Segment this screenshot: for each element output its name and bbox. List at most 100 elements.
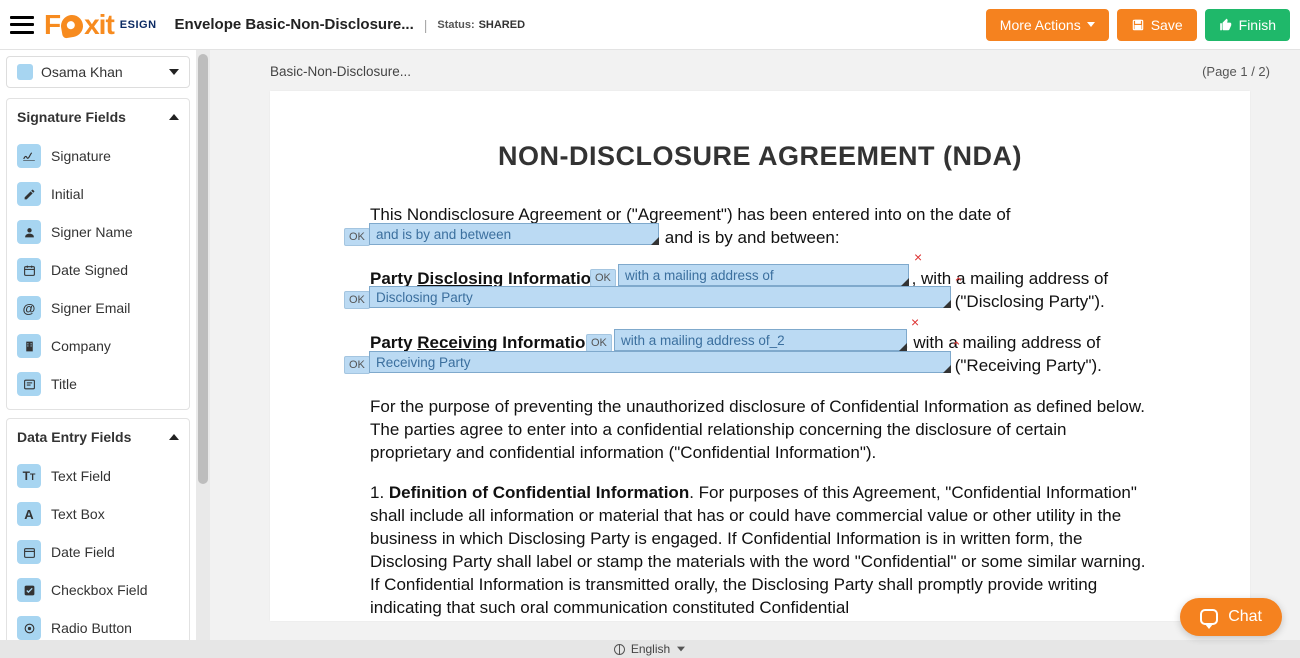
signature-fields-header[interactable]: Signature Fields: [7, 99, 189, 135]
field-badge[interactable]: OK: [344, 291, 370, 309]
field-radio[interactable]: Radio Button: [9, 609, 187, 640]
signature-fields-panel: Signature Fields Signature Initial Signe…: [6, 98, 190, 410]
field-initial[interactable]: Initial: [9, 175, 187, 213]
field-title[interactable]: Title: [9, 365, 187, 403]
panel-title: Signature Fields: [17, 109, 126, 125]
document-canvas: Basic-Non-Disclosure... (Page 1 / 2) NON…: [210, 50, 1300, 640]
workspace: Osama Khan Signature Fields Signature In…: [0, 50, 1300, 640]
field-label: Signer Email: [51, 300, 130, 316]
signature-icon: [17, 144, 41, 168]
menu-icon[interactable]: [10, 16, 34, 34]
placed-field-receiving-address[interactable]: Receiving Party: [369, 351, 951, 373]
placed-field-date[interactable]: and is by and between: [369, 223, 659, 245]
field-label: Company: [51, 338, 111, 354]
fields-sidebar: Osama Khan Signature Fields Signature In…: [0, 50, 196, 640]
document-page[interactable]: NON-DISCLOSURE AGREEMENT (NDA) This Nond…: [270, 91, 1250, 621]
placed-field-receiving-name[interactable]: with a mailing address of_2: [614, 329, 907, 351]
doc-paragraph: 1. Definition of Confidential Informatio…: [370, 482, 1150, 620]
placed-field-label: Receiving Party: [376, 355, 471, 370]
app-header: Fxit ESIGN Envelope Basic-Non-Disclosure…: [0, 0, 1300, 50]
save-label: Save: [1151, 17, 1183, 33]
status-label: Status:: [437, 19, 474, 31]
page-indicator: (Page 1 / 2): [1202, 64, 1270, 79]
save-button[interactable]: Save: [1117, 9, 1197, 41]
signer-name: Osama Khan: [41, 64, 169, 80]
field-signer-name[interactable]: Signer Name: [9, 213, 187, 251]
building-icon: [17, 334, 41, 358]
brand-logo[interactable]: Fxit ESIGN: [44, 9, 157, 41]
placed-field-disclosing-address[interactable]: Disclosing Party: [369, 286, 951, 308]
field-label: Signature: [51, 148, 111, 164]
signer-color-swatch: [17, 64, 33, 80]
field-label: Initial: [51, 186, 84, 202]
placed-field-label: with a mailing address of_2: [621, 333, 785, 348]
resize-handle[interactable]: [943, 300, 951, 308]
pencil-icon: [17, 182, 41, 206]
doc-title: NON-DISCLOSURE AGREEMENT (NDA): [370, 141, 1150, 172]
field-label: Date Field: [51, 544, 115, 560]
field-label: Radio Button: [51, 620, 132, 636]
field-label: Text Box: [51, 506, 105, 522]
field-label: Date Signed: [51, 262, 128, 278]
calendar-icon: [17, 258, 41, 282]
finish-button[interactable]: Finish: [1205, 9, 1290, 41]
field-label: Text Field: [51, 468, 111, 484]
chevron-down-icon: [169, 69, 179, 75]
field-date-signed[interactable]: Date Signed: [9, 251, 187, 289]
doc-short-name: Basic-Non-Disclosure...: [270, 64, 411, 79]
field-date-field[interactable]: Date Field: [9, 533, 187, 571]
resize-handle[interactable]: [901, 278, 909, 286]
divider: |: [424, 17, 428, 33]
status-value: SHARED: [479, 19, 525, 31]
delete-field-button[interactable]: ×: [911, 314, 919, 330]
field-text-field[interactable]: TT Text Field: [9, 457, 187, 495]
placed-field-label: Disclosing Party: [376, 290, 473, 305]
field-badge[interactable]: OK: [344, 228, 370, 246]
title-icon: [17, 372, 41, 396]
checkbox-icon: [17, 578, 41, 602]
resize-handle[interactable]: [651, 237, 659, 245]
datefield-icon: [17, 540, 41, 564]
field-badge[interactable]: OK: [344, 356, 370, 374]
brand-sub: ESIGN: [120, 19, 157, 31]
field-badge[interactable]: OK: [586, 334, 612, 352]
radio-icon: [17, 616, 41, 640]
finish-label: Finish: [1239, 17, 1276, 33]
more-actions-button[interactable]: More Actions: [986, 9, 1109, 41]
field-checkbox[interactable]: Checkbox Field: [9, 571, 187, 609]
thumbs-up-icon: [1219, 18, 1233, 32]
field-label: Signer Name: [51, 224, 133, 240]
field-badge[interactable]: OK: [590, 269, 616, 287]
scrollbar-thumb[interactable]: [198, 54, 208, 484]
chat-button[interactable]: Chat: [1180, 598, 1282, 636]
data-entry-fields-header[interactable]: Data Entry Fields: [7, 419, 189, 455]
data-entry-fields-panel: Data Entry Fields TT Text Field A Text B…: [6, 418, 190, 640]
panel-title: Data Entry Fields: [17, 429, 131, 445]
globe-icon: [614, 644, 625, 655]
chevron-down-icon: [1087, 22, 1095, 27]
chat-icon: [1200, 609, 1218, 625]
envelope-title: Envelope Basic-Non-Disclosure...: [175, 16, 414, 33]
at-icon: @: [17, 296, 41, 320]
field-signer-email[interactable]: @ Signer Email: [9, 289, 187, 327]
signer-selector[interactable]: Osama Khan: [6, 56, 190, 88]
field-signature[interactable]: Signature: [9, 137, 187, 175]
language-selector[interactable]: English: [631, 642, 670, 656]
textbox-icon: A: [17, 502, 41, 526]
chevron-up-icon: [169, 434, 179, 440]
canvas-header: Basic-Non-Disclosure... (Page 1 / 2): [210, 50, 1300, 85]
textfield-icon: TT: [17, 464, 41, 488]
resize-handle[interactable]: [899, 343, 907, 351]
field-label: Checkbox Field: [51, 582, 148, 598]
resize-handle[interactable]: [943, 365, 951, 373]
field-text-box[interactable]: A Text Box: [9, 495, 187, 533]
delete-field-button[interactable]: ×: [914, 249, 922, 265]
placed-field-label: and is by and between: [376, 227, 511, 242]
save-icon: [1131, 18, 1145, 32]
field-label: Title: [51, 376, 77, 392]
sidebar-scrollbar[interactable]: [196, 50, 210, 640]
person-icon: [17, 220, 41, 244]
more-actions-label: More Actions: [1000, 17, 1081, 33]
placed-field-disclosing-name[interactable]: with a mailing address of: [618, 264, 909, 286]
field-company[interactable]: Company: [9, 327, 187, 365]
